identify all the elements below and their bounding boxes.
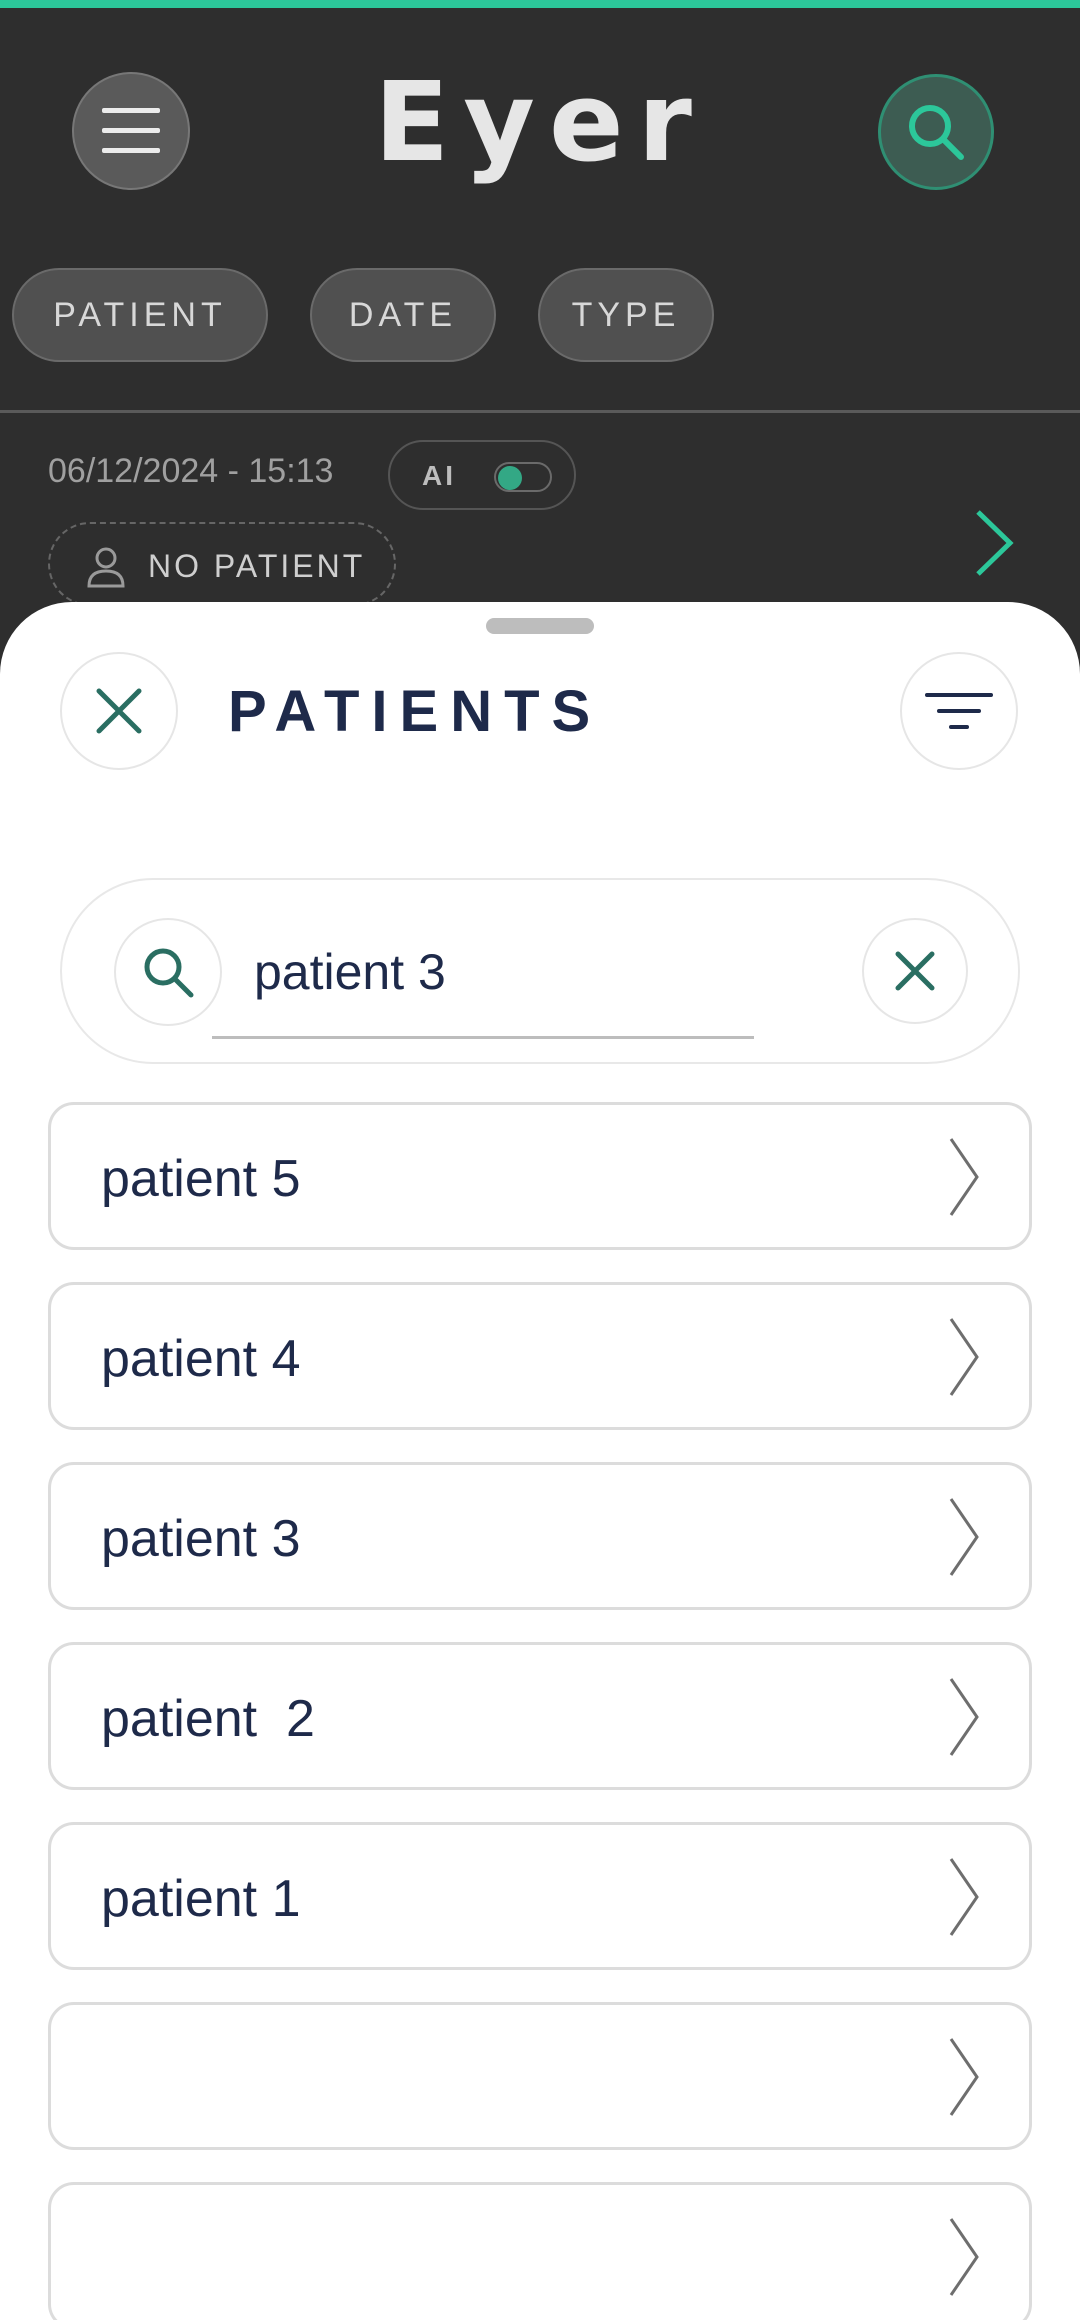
list-item[interactable]: patient 1	[48, 1822, 1032, 1970]
chevron-right-icon	[949, 1858, 979, 1936]
ai-toggle-switch[interactable]	[494, 462, 552, 492]
search-icon	[909, 105, 964, 160]
patients-sheet: PATIENTS patient 5 patien	[0, 602, 1080, 2320]
search-field-icon	[114, 918, 222, 1026]
list-item[interactable]: patient 2	[48, 1642, 1032, 1790]
patient-name: patient 3	[101, 1510, 301, 1568]
top-accent-bar	[0, 0, 1080, 8]
patient-search-input[interactable]	[254, 934, 794, 1010]
chevron-right-icon	[949, 1498, 979, 1576]
list-item[interactable]: patient 5	[48, 1102, 1032, 1250]
patient-name: patient 4	[101, 1330, 301, 1388]
chevron-right-icon	[949, 2038, 979, 2116]
chevron-right-icon	[949, 2218, 979, 2296]
exam-datetime: 06/12/2024 - 15:13	[48, 452, 334, 490]
header-divider	[0, 410, 1080, 413]
list-item[interactable]	[48, 2002, 1032, 2150]
patient-name: patient 5	[101, 1150, 301, 1208]
filter-icon	[925, 693, 993, 729]
no-patient-label: NO PATIENT	[148, 548, 366, 584]
ai-toggle-pill[interactable]: AI	[388, 440, 576, 510]
patient-name: patient 1	[101, 1870, 301, 1928]
main-screen: Eyer PATIENT DATE TYPE 06/12/2024 - 15:1…	[0, 0, 1080, 700]
search-underline	[212, 1036, 754, 1039]
ai-label: AI	[422, 460, 456, 491]
list-item[interactable]: patient 4	[48, 1282, 1032, 1430]
chevron-right-icon	[949, 1318, 979, 1396]
sheet-drag-handle[interactable]	[486, 618, 594, 634]
clear-search-button[interactable]	[862, 918, 968, 1024]
patient-name: patient 2	[101, 1690, 315, 1748]
ai-toggle-knob	[498, 466, 522, 490]
filter-chip-patient[interactable]: PATIENT	[12, 268, 268, 362]
chevron-right-icon[interactable]	[972, 508, 1016, 578]
search-icon	[144, 948, 194, 998]
chevron-right-icon	[949, 1678, 979, 1756]
no-patient-badge[interactable]: NO PATIENT	[48, 522, 396, 606]
list-item[interactable]	[48, 2182, 1032, 2320]
close-icon	[96, 688, 142, 734]
filter-chip-type[interactable]: TYPE	[538, 268, 714, 362]
filter-chip-date[interactable]: DATE	[310, 268, 496, 362]
filter-button[interactable]	[900, 652, 1018, 770]
close-icon	[895, 951, 935, 991]
list-item[interactable]: patient 3	[48, 1462, 1032, 1610]
person-icon	[87, 547, 125, 588]
close-sheet-button[interactable]	[60, 652, 178, 770]
sheet-title: PATIENTS	[228, 679, 603, 744]
search-button[interactable]	[878, 74, 994, 190]
chevron-right-icon	[949, 1138, 979, 1216]
